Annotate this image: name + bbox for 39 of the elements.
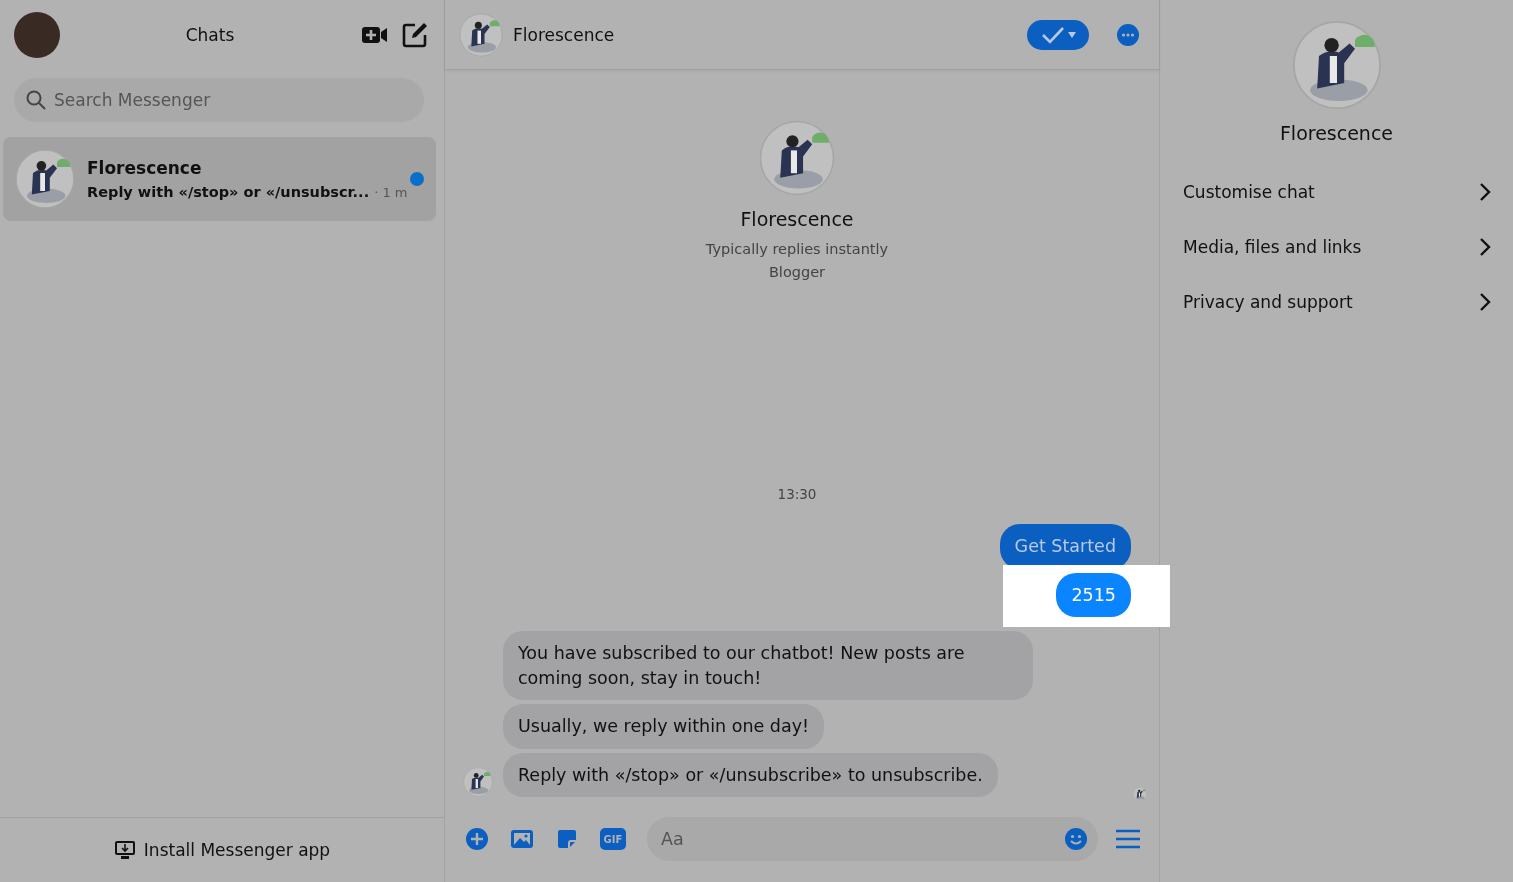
emoji-icon[interactable]	[1064, 827, 1088, 851]
received-message: Usually, we reply within one day!	[503, 704, 825, 749]
illustrated-avatar	[459, 12, 503, 57]
search-field[interactable]: Search Messenger	[14, 78, 424, 122]
chevron-right-icon	[1479, 291, 1491, 312]
details-menu-item[interactable]: Media, files and links	[1160, 219, 1513, 274]
profile-name: Florescence	[740, 208, 854, 230]
profile-name: Florescence	[1279, 122, 1394, 144]
contact-name: Florescence	[513, 24, 616, 45]
caret-icon	[1067, 31, 1076, 38]
details-menu-item[interactable]: Customise chat	[1160, 164, 1513, 219]
chevron-right-icon	[1479, 236, 1491, 257]
profile-status: Typically replies instantly	[705, 241, 889, 257]
sidebar-title: Chats	[184, 25, 236, 45]
menu-icon[interactable]	[1115, 828, 1141, 850]
message-input[interactable]: Aa	[647, 817, 1098, 861]
details-menu-item[interactable]: Privacy and support	[1160, 274, 1513, 329]
chat-time: · 1 m	[374, 185, 408, 200]
seen-avatar-icon	[1133, 787, 1147, 801]
more-options-icon[interactable]	[1117, 23, 1139, 46]
received-message: You have subscribed to our chatbot! New posts are coming soon, stay in touch!	[503, 631, 1033, 700]
chevron-right-icon	[1479, 181, 1491, 202]
message-preview: Reply with «/stop» or «/unsubscr...	[87, 184, 370, 200]
message-timestamp: 13:30	[776, 486, 818, 502]
sticker-icon[interactable]	[555, 827, 579, 851]
chat-list-item[interactable]: Florescence Reply with «/stop» or «/unsubscr... · 1 m	[3, 137, 436, 221]
compose-icon[interactable]	[400, 20, 430, 50]
install-app-link[interactable]: Install Messenger app	[143, 840, 331, 860]
received-message: Reply with «/stop» or «/unsubscribe» to unsubscribe.	[503, 752, 998, 797]
sent-message: 2515	[1056, 572, 1131, 617]
profile-photo-placeholder[interactable]	[14, 12, 60, 58]
image-icon[interactable]	[510, 827, 534, 851]
add-icon[interactable]	[465, 827, 489, 851]
chat-name: Florescence	[87, 158, 203, 178]
check-dropdown-button[interactable]	[1027, 19, 1089, 50]
profile-bio: Blogger	[768, 264, 826, 280]
illustrated-avatar	[15, 149, 75, 209]
check-icon	[1040, 25, 1065, 44]
desktop-download-icon	[113, 840, 136, 860]
